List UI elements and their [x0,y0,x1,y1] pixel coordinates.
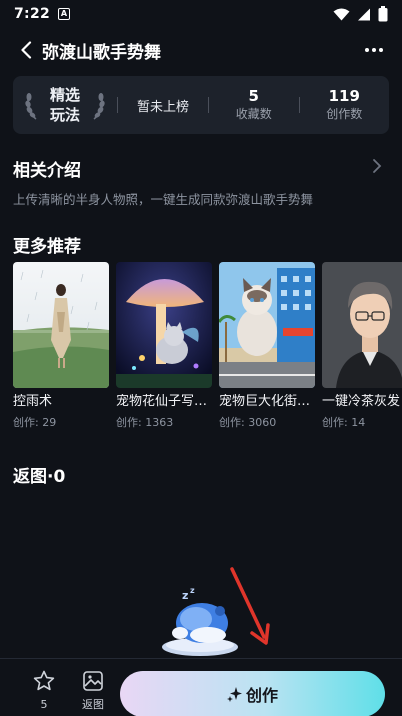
card-creation-count: 创作: 14 [322,416,366,429]
wifi-icon [333,8,350,20]
intro-section-title: 相关介绍 [13,161,81,181]
creations-count: 119 [328,87,360,105]
favorites-count: 5 [248,87,259,105]
portrait-image [322,262,402,388]
create-button[interactable]: 创作 [120,671,385,716]
more-dot-icon [372,48,376,52]
return-photo-button[interactable]: 返图 [75,669,111,712]
recommendation-card[interactable]: 一键冷茶灰发 创作: 14 [322,262,402,430]
featured-label: 精选 玩法 [50,85,80,125]
chevron-left-icon [21,41,32,59]
star-icon [33,670,55,691]
card-thumbnail [219,262,315,388]
card-thumbnail [13,262,109,388]
creations-stat: 119 创作数 [300,87,390,123]
featured-line-2: 玩法 [49,106,80,124]
svg-text:z: z [190,586,195,595]
recommendation-card[interactable]: 控雨术 创作: 29 [13,262,109,430]
battery-icon [378,6,388,22]
card-title: 一键冷茶灰发 [322,394,401,409]
top-bar: 弥渡山歌手势舞 [0,34,402,66]
red-arrow-icon [230,567,270,645]
svg-text:z: z [182,589,188,602]
card-creation-count: 创作: 3060 [219,416,277,429]
card-creation-count: 创作: 1363 [116,416,174,429]
bottom-action-bar: 5 返图 创作 [0,658,402,716]
featured-line-1: 精选 [49,86,80,104]
creations-label: 创作数 [326,107,363,121]
status-icons [333,6,388,22]
laurel-icon [93,93,105,120]
notification-icon: A [58,8,71,20]
status-time: 7:22 [14,6,51,22]
favorite-button[interactable]: 5 [26,669,62,712]
featured-badge: 精选 玩法 [13,76,117,134]
fairy-cat-image [116,262,212,388]
favorites-stat: 5 收藏数 [209,87,299,123]
favorites-label: 收藏数 [235,107,272,121]
returns-section-title: 返图·0 [13,467,66,487]
intro-description: 上传清晰的半身人物照，一键生成同款弥渡山歌手势舞 [13,192,314,207]
card-title: 宠物巨大化街… [219,394,311,409]
chevron-right-icon[interactable] [372,158,382,174]
recommendation-list: 控雨术 创作: 29 宠物花仙子写… 创作: 1363 宠物巨大化街… 创作: … [13,262,402,432]
card-thumbnail [322,262,402,388]
more-dot-icon [379,48,383,52]
favorite-count: 5 [40,698,48,711]
card-creation-count: 创作: 29 [13,416,57,429]
create-label: 创作 [245,686,278,705]
recommendation-card[interactable]: 宠物巨大化街… 创作: 3060 [219,262,315,430]
laurel-icon [25,93,37,120]
recommendation-card[interactable]: 宠物花仙子写… 创作: 1363 [116,262,212,430]
more-options-button[interactable] [360,38,388,62]
rain-photo-image [13,262,109,388]
image-icon [83,671,103,691]
card-title: 宠物花仙子写… [116,394,208,409]
page-title: 弥渡山歌手势舞 [42,42,161,63]
rank-status: 暂未上榜 [136,99,189,115]
back-button[interactable] [14,38,38,62]
card-title: 控雨术 [13,394,53,409]
return-photo-label: 返图 [82,698,104,711]
signal-icon [358,8,370,20]
status-bar: 7:22 A [0,0,402,28]
sparkle-icon [226,687,242,702]
more-dot-icon [365,48,369,52]
card-thumbnail [116,262,212,388]
recommendations-title: 更多推荐 [13,237,81,257]
giant-cat-image [219,262,315,388]
stats-card: 精选 玩法 暂未上榜 5 收藏数 119 创作数 [13,76,389,134]
